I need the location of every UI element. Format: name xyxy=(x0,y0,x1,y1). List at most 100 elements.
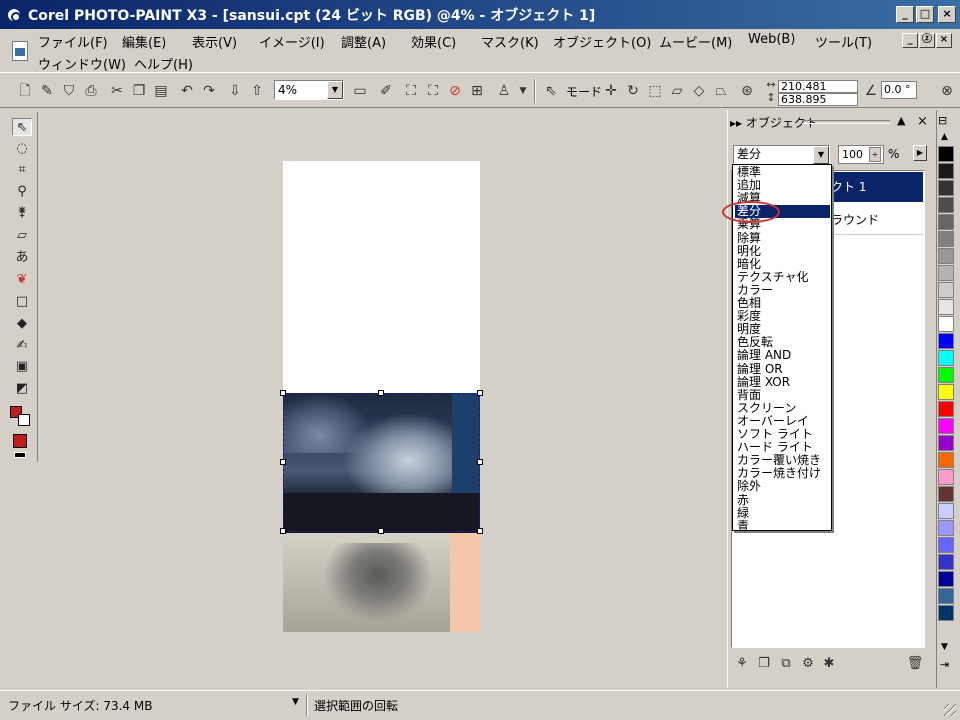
color-swatch[interactable] xyxy=(938,418,954,434)
color-swatch[interactable] xyxy=(938,435,954,451)
status-dropdown-icon[interactable]: ▼ xyxy=(292,697,299,707)
palette-scroll-down-icon[interactable]: ▼ xyxy=(941,642,948,652)
menu-file[interactable]: ファイル(F) xyxy=(38,32,108,51)
pick-tool-icon[interactable]: ⇖ xyxy=(12,118,32,136)
docker-close-icon[interactable]: × xyxy=(917,114,928,129)
color-swatch[interactable] xyxy=(938,146,954,162)
selection-handle[interactable] xyxy=(280,459,286,465)
redeye-tool-icon[interactable]: ❦ xyxy=(12,271,32,289)
doc-minimize-button[interactable]: _ xyxy=(902,33,918,48)
duplicate-object-icon[interactable]: ❐ xyxy=(755,655,773,673)
transparency-tool-icon[interactable]: ◩ xyxy=(12,380,32,398)
print-icon[interactable]: ⎙ xyxy=(82,82,100,100)
shadow-tool-icon[interactable]: ▣ xyxy=(12,358,32,376)
zoom-tool-icon[interactable]: ⚲ xyxy=(12,183,32,201)
color-swatch[interactable] xyxy=(938,163,954,179)
blend-option[interactable]: 論理 AND xyxy=(735,349,830,362)
blend-option[interactable]: テクスチャ化 xyxy=(735,270,830,284)
fill-color-swatch[interactable] xyxy=(13,434,27,448)
color-swatch[interactable] xyxy=(938,452,954,468)
zoom-combo[interactable]: 4% ▼ xyxy=(274,80,344,100)
blend-option[interactable]: 論理 XOR xyxy=(735,375,830,389)
docker-flyout-icon[interactable]: ▶ xyxy=(913,145,927,161)
save-icon[interactable]: ⛉ xyxy=(60,82,78,100)
eyedropper-tool-icon[interactable]: ⚵ xyxy=(12,204,32,222)
color-swatch[interactable] xyxy=(938,248,954,264)
full-screen-preview-icon[interactable]: ▭ xyxy=(351,82,369,100)
rotate-mode-icon[interactable]: ↻ xyxy=(624,82,642,100)
docker-collapse-icon[interactable]: ▲ xyxy=(897,114,905,127)
blend-option[interactable]: 背面 xyxy=(735,388,830,402)
menu-edit[interactable]: 編集(E) xyxy=(122,32,166,51)
blend-option[interactable]: スクリーン xyxy=(735,401,830,415)
color-swatch[interactable] xyxy=(938,486,954,502)
selection-handle[interactable] xyxy=(280,528,286,534)
effect-tool-icon[interactable]: あ xyxy=(12,249,32,267)
mask-brush-icon[interactable]: ✐ xyxy=(377,82,395,100)
import-icon[interactable]: ⇩ xyxy=(226,82,244,100)
color-swatch[interactable] xyxy=(938,180,954,196)
menu-image[interactable]: イメージ(I) xyxy=(259,32,325,51)
blend-mode-select[interactable]: 差分 ▼ xyxy=(733,145,830,164)
background-image[interactable] xyxy=(283,533,480,632)
menu-movie[interactable]: ムービー(M) xyxy=(659,32,732,51)
blend-option[interactable]: 明度 xyxy=(735,323,830,336)
cut-icon[interactable]: ✂ xyxy=(108,82,126,100)
color-swatch[interactable] xyxy=(938,588,954,604)
fill-tool-icon[interactable]: ◆ xyxy=(12,315,32,333)
menu-object[interactable]: オブジェクト(O) xyxy=(553,32,651,51)
scale-mode-icon[interactable]: ⬚ xyxy=(646,82,664,100)
paint-tool-icon[interactable]: ✍ xyxy=(12,337,32,355)
blend-option[interactable]: 青 xyxy=(735,519,830,533)
mask-tool-icon[interactable]: ◌ xyxy=(12,140,32,158)
chevron-down-icon[interactable]: ▼ xyxy=(327,81,343,99)
mask-marquee-icon[interactable]: ⛶ xyxy=(402,82,420,100)
color-swatch[interactable] xyxy=(938,384,954,400)
blend-option[interactable]: カラー覆い焼き xyxy=(735,454,830,467)
color-swatch[interactable] xyxy=(938,571,954,587)
menu-view[interactable]: 表示(V) xyxy=(192,32,237,51)
object-picker-icon[interactable]: ⇖ xyxy=(542,82,560,100)
angle-field[interactable]: 0.0 ° xyxy=(881,81,917,99)
menu-web[interactable]: Web(B) xyxy=(748,32,795,47)
palette-scroll-up-icon[interactable]: ▲ xyxy=(941,132,948,142)
color-swatch[interactable] xyxy=(938,316,954,332)
blend-option[interactable]: オーバーレイ xyxy=(735,414,830,428)
palette-options-icon[interactable]: ⊟ xyxy=(938,114,947,127)
redo-icon[interactable]: ↷ xyxy=(200,82,218,100)
selection-handle[interactable] xyxy=(378,390,384,396)
menu-tools[interactable]: ツール(T) xyxy=(815,32,872,51)
position-mode-icon[interactable]: ✛ xyxy=(602,82,620,100)
color-swatch[interactable] xyxy=(938,401,954,417)
export-icon[interactable]: ⇧ xyxy=(248,82,266,100)
menu-help[interactable]: ヘルプ(H) xyxy=(134,54,193,73)
close-button[interactable]: × xyxy=(938,6,956,23)
maximize-button[interactable]: □ xyxy=(916,6,934,23)
x-coordinate-field[interactable]: 210.481 xyxy=(778,80,858,93)
menu-effects[interactable]: 効果(C) xyxy=(411,32,456,51)
blend-option[interactable]: 赤 xyxy=(735,493,830,507)
app-icon[interactable] xyxy=(6,6,22,23)
blend-option[interactable]: 暗化 xyxy=(735,257,830,271)
menu-window[interactable]: ウィンドウ(W) xyxy=(38,54,126,73)
copy-icon[interactable]: ❐ xyxy=(130,82,148,100)
selection-handle[interactable] xyxy=(477,528,483,534)
color-swatch[interactable] xyxy=(938,333,954,349)
mask-overlay-icon[interactable]: ⛶ xyxy=(424,82,442,100)
object-selection-marquee[interactable] xyxy=(283,393,480,532)
y-coordinate-field[interactable]: 638.895 xyxy=(778,93,858,106)
color-swatch[interactable] xyxy=(938,231,954,247)
palette-end-icon[interactable]: ⇥ xyxy=(940,658,949,671)
blend-option[interactable]: ハード ライト xyxy=(735,441,830,454)
chevron-down-icon[interactable]: ▼ xyxy=(813,146,829,164)
background-color-swatch[interactable] xyxy=(18,414,30,426)
reset-colors-icon[interactable] xyxy=(14,452,26,458)
blend-option[interactable]: 緑 xyxy=(735,506,830,520)
color-swatch[interactable] xyxy=(938,537,954,553)
lock-icon[interactable]: ⊗ xyxy=(938,82,956,100)
color-swatch[interactable] xyxy=(938,503,954,519)
combine-object-icon[interactable]: ⧉ xyxy=(777,655,795,673)
color-swatch[interactable] xyxy=(938,367,954,383)
color-swatch[interactable] xyxy=(938,520,954,536)
blend-option[interactable]: カラー xyxy=(735,283,830,297)
